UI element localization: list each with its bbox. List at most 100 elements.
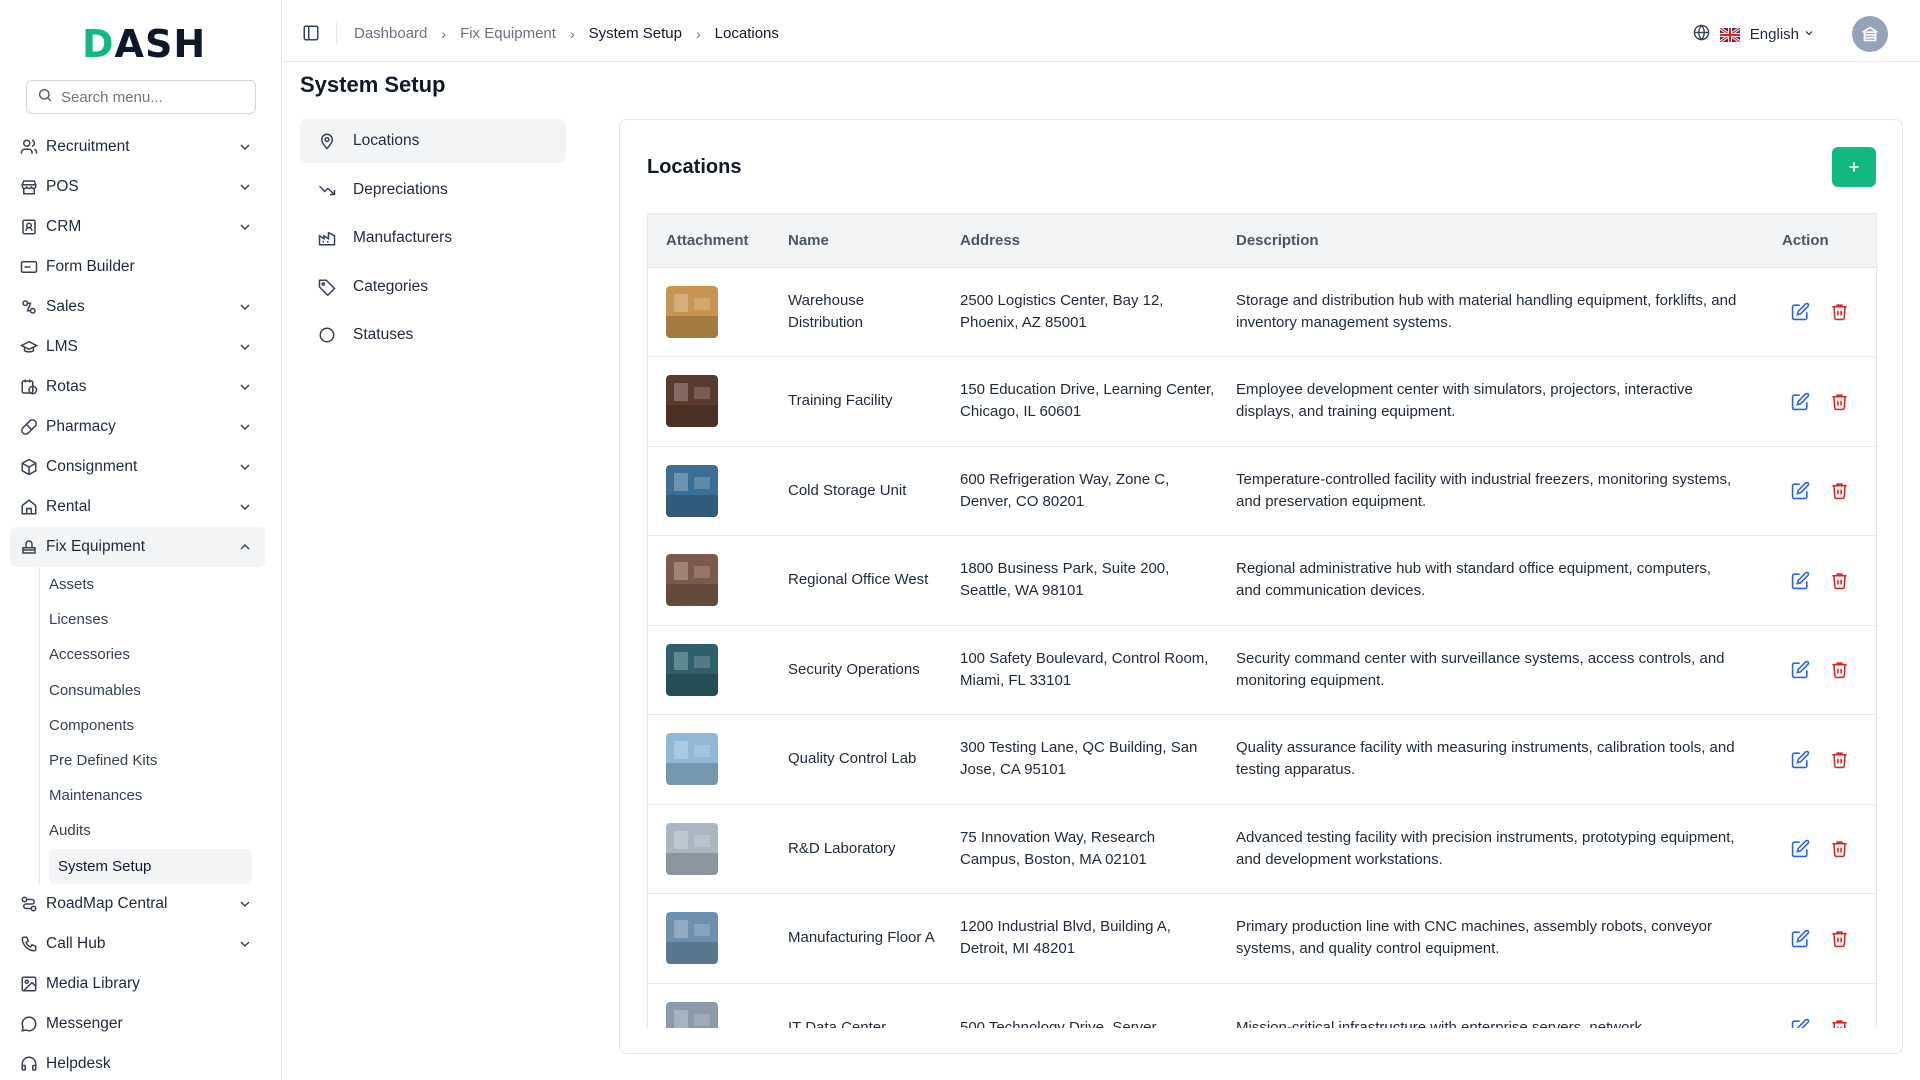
- breadcrumb-dashboard[interactable]: Dashboard: [354, 25, 427, 42]
- sidebar-item-recruitment[interactable]: Recruitment: [10, 127, 265, 167]
- edit-icon[interactable]: [1791, 392, 1810, 411]
- location-address: 2500 Logistics Center, Bay 12, Phoenix, …: [942, 267, 1218, 357]
- edit-icon[interactable]: [1791, 1018, 1810, 1028]
- edit-icon[interactable]: [1791, 750, 1810, 769]
- sidebar: DASH Recruitment POS CRM Form Builder Sales L…: [0, 0, 282, 1080]
- user-avatar[interactable]: [1852, 16, 1888, 52]
- submenu-item-audits[interactable]: Audits: [40, 813, 253, 848]
- location-thumbnail[interactable]: [666, 375, 718, 428]
- sidebar-item-pos[interactable]: POS: [10, 167, 265, 207]
- language-label: English: [1749, 26, 1799, 43]
- chevron-up-icon: [237, 539, 253, 555]
- delete-icon[interactable]: [1830, 392, 1849, 411]
- delete-icon[interactable]: [1830, 571, 1849, 590]
- image-icon: [20, 975, 38, 993]
- edit-icon[interactable]: [1791, 929, 1810, 948]
- setup-menu-statuses[interactable]: Statuses: [300, 313, 566, 357]
- location-thumbnail[interactable]: [666, 912, 718, 965]
- breadcrumb-fix-equipment[interactable]: Fix Equipment: [460, 25, 556, 42]
- delete-icon[interactable]: [1830, 750, 1849, 769]
- search-box[interactable]: [26, 80, 256, 114]
- sidebar-item-label: Form Builder: [46, 258, 135, 275]
- edit-icon[interactable]: [1791, 839, 1810, 858]
- sidebar-toggle-icon[interactable]: [302, 24, 320, 42]
- setup-menu-label: Locations: [353, 132, 420, 149]
- sidebar-item-label: Rotas: [46, 378, 87, 395]
- locations-title: Locations: [647, 156, 742, 178]
- submenu-item-consumables[interactable]: Consumables: [40, 673, 253, 708]
- chevron-down-icon: [237, 896, 253, 912]
- submenu-item-accessories[interactable]: Accessories: [40, 637, 253, 672]
- location-name: Warehouse Distribution: [770, 267, 942, 357]
- sidebar-item-helpdesk[interactable]: Helpdesk: [10, 1044, 265, 1080]
- location-thumbnail[interactable]: [666, 1001, 718, 1028]
- sidebar-item-roadmap-central[interactable]: RoadMap Central: [10, 884, 265, 924]
- attachment-cell: [648, 356, 770, 447]
- setup-menu-depreciations[interactable]: Depreciations: [300, 168, 566, 212]
- edit-icon[interactable]: [1791, 571, 1810, 590]
- location-thumbnail[interactable]: [666, 285, 718, 338]
- setup-menu-manufacturers[interactable]: Manufacturers: [300, 216, 566, 260]
- app-logo[interactable]: DASH: [82, 22, 206, 66]
- col-name[interactable]: Name: [770, 214, 942, 268]
- sidebar-item-lms[interactable]: LMS: [10, 327, 265, 367]
- sidebar-item-call-hub[interactable]: Call Hub: [10, 924, 265, 964]
- edit-icon[interactable]: [1791, 660, 1810, 679]
- sidebar-item-rental[interactable]: Rental: [10, 487, 265, 527]
- chevron-down-icon: [237, 139, 253, 155]
- action-cell: [1764, 714, 1876, 805]
- table-row: Regional Office West 1800 Business Park, …: [648, 535, 1876, 626]
- edit-icon[interactable]: [1791, 481, 1810, 500]
- action-cell: [1764, 535, 1876, 626]
- sidebar-item-sales[interactable]: Sales: [10, 287, 265, 327]
- location-thumbnail[interactable]: [666, 822, 718, 875]
- setup-menu-categories[interactable]: Categories: [300, 265, 566, 309]
- sidebar-item-consignment[interactable]: Consignment: [10, 447, 265, 487]
- col-description[interactable]: Description: [1218, 214, 1764, 268]
- phone-icon: [20, 935, 38, 953]
- submenu-item-system-setup[interactable]: System Setup: [49, 848, 252, 884]
- location-thumbnail[interactable]: [666, 733, 718, 786]
- delete-icon[interactable]: [1830, 660, 1849, 679]
- submenu-item-components[interactable]: Components: [40, 708, 253, 743]
- location-thumbnail[interactable]: [666, 554, 718, 607]
- location-name: Cold Storage Unit: [770, 446, 942, 536]
- delete-icon[interactable]: [1830, 929, 1849, 948]
- chevron-down-icon: [237, 499, 253, 515]
- col-address[interactable]: Address: [942, 214, 1218, 268]
- sidebar-item-rotas[interactable]: Rotas: [10, 367, 265, 407]
- submenu-item-licenses[interactable]: Licenses: [40, 602, 253, 637]
- language-selector[interactable]: English: [1693, 24, 1815, 45]
- action-cell: [1764, 804, 1876, 894]
- location-thumbnail[interactable]: [666, 643, 718, 696]
- setup-menu-locations[interactable]: Locations: [300, 119, 566, 163]
- sidebar-item-label: Call Hub: [46, 934, 106, 952]
- map-pin-icon: [318, 132, 336, 150]
- sidebar-item-pharmacy[interactable]: Pharmacy: [10, 407, 265, 447]
- search-input[interactable]: [61, 88, 241, 106]
- edit-icon[interactable]: [1791, 302, 1810, 321]
- location-address: 500 Technology Drive, Server: [942, 983, 1218, 1028]
- attachment-cell: [648, 267, 770, 357]
- delete-icon[interactable]: [1830, 839, 1849, 858]
- delete-icon[interactable]: [1830, 481, 1849, 500]
- action-cell: [1764, 983, 1876, 1028]
- add-location-button[interactable]: [1832, 147, 1876, 187]
- sidebar-item-fix-equipment[interactable]: Fix Equipment: [10, 527, 265, 567]
- delete-icon[interactable]: [1830, 1018, 1849, 1028]
- submenu-item-pre-defined-kits[interactable]: Pre Defined Kits: [40, 743, 253, 778]
- sidebar-item-label: RoadMap Central: [46, 894, 168, 912]
- sidebar-item-form-builder[interactable]: Form Builder: [10, 247, 265, 287]
- delete-icon[interactable]: [1830, 302, 1849, 321]
- location-thumbnail[interactable]: [666, 464, 718, 517]
- action-cell: [1764, 893, 1876, 984]
- submenu-item-maintenances[interactable]: Maintenances: [40, 778, 253, 813]
- sidebar-item-crm[interactable]: CRM: [10, 207, 265, 247]
- sidebar-item-messenger[interactable]: Messenger: [10, 1004, 265, 1044]
- breadcrumb-system-setup[interactable]: System Setup: [589, 25, 682, 42]
- location-description: Storage and distribution hub with materi…: [1218, 267, 1764, 357]
- submenu-item-assets[interactable]: Assets: [40, 567, 253, 602]
- tool-icon: [20, 538, 38, 556]
- chevron-down-icon: [237, 219, 253, 235]
- sidebar-item-media-library[interactable]: Media Library: [10, 964, 265, 1004]
